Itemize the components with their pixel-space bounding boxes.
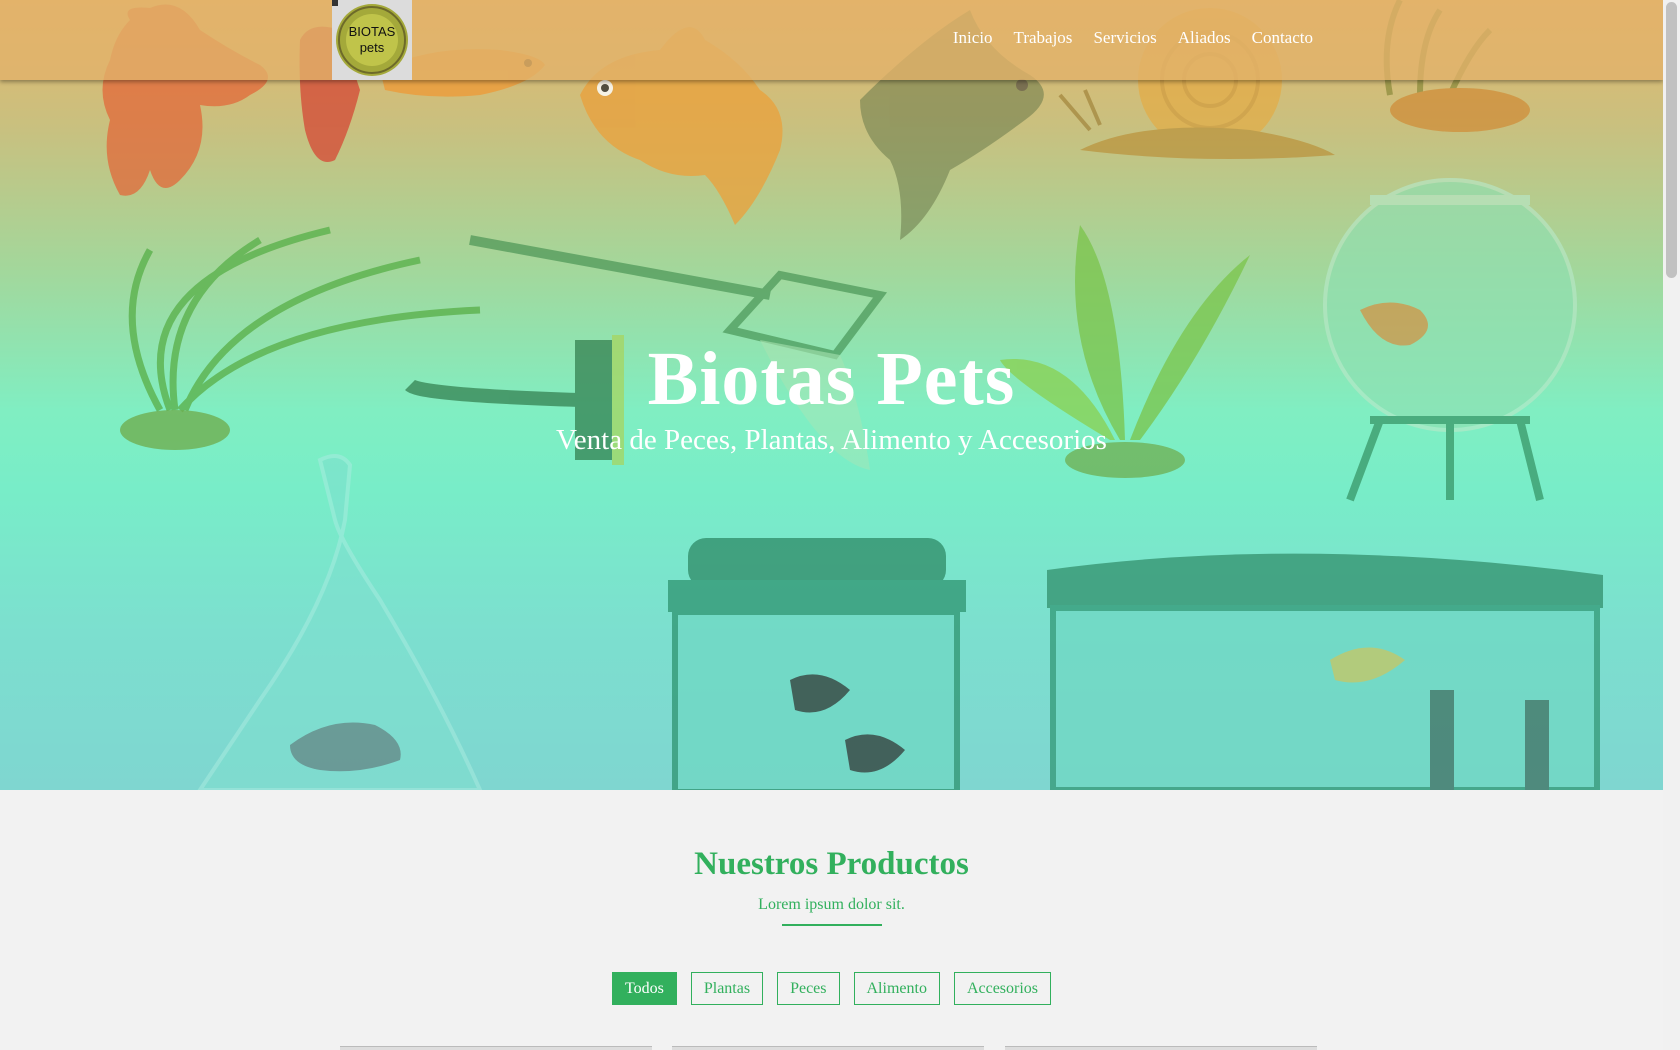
filter-accesorios-button[interactable]: Accesorios (953, 972, 1052, 1005)
hero-subtitle: Venta de Peces, Plantas, Alimento y Acce… (556, 424, 1107, 456)
navbar: BIOTAS pets Inicio Trabajos Servicios Al… (0, 0, 1663, 80)
plastic-bag (197, 454, 483, 790)
product-card[interactable] (1005, 1046, 1317, 1050)
nav-link-inicio[interactable]: Inicio (953, 28, 993, 48)
logo[interactable]: BIOTAS pets (332, 0, 412, 80)
nav-menu: Inicio Trabajos Servicios Aliados Contac… (953, 28, 1313, 48)
products-section: Nuestros Productos Lorem ipsum dolor sit… (0, 790, 1663, 1050)
filter-peces-button[interactable]: Peces (777, 972, 840, 1005)
product-filters: Todos Plantas Peces Alimento Accesorios (0, 972, 1663, 1005)
logo-text-bottom: pets (360, 40, 385, 55)
title-underline (782, 924, 882, 926)
filter-todos-button[interactable]: Todos (611, 972, 677, 1005)
product-card[interactable] (340, 1046, 652, 1050)
scrollbar-thumb[interactable] (1666, 2, 1677, 278)
tall-tank (668, 538, 966, 790)
filter-plantas-button[interactable]: Plantas (690, 972, 764, 1005)
products-subtitle: Lorem ipsum dolor sit. (758, 896, 905, 913)
filter-alimento-button[interactable]: Alimento (853, 972, 940, 1005)
logo-icon: BIOTAS pets (336, 4, 408, 76)
nav-link-trabajos[interactable]: Trabajos (1014, 28, 1073, 48)
hero-title: Biotas Pets (647, 337, 1016, 421)
logo-marker (332, 0, 338, 6)
hero-section: BIOTAS pets Inicio Trabajos Servicios Al… (0, 0, 1663, 790)
nav-link-aliados[interactable]: Aliados (1178, 28, 1231, 48)
logo-text-top: BIOTAS (349, 24, 396, 39)
products-title: Nuestros Productos (694, 846, 969, 882)
product-card[interactable] (672, 1046, 984, 1050)
page-scrollbar[interactable] (1663, 0, 1680, 1050)
aquarium (1047, 553, 1603, 790)
nav-link-servicios[interactable]: Servicios (1093, 28, 1156, 48)
nav-link-contacto[interactable]: Contacto (1252, 28, 1313, 48)
